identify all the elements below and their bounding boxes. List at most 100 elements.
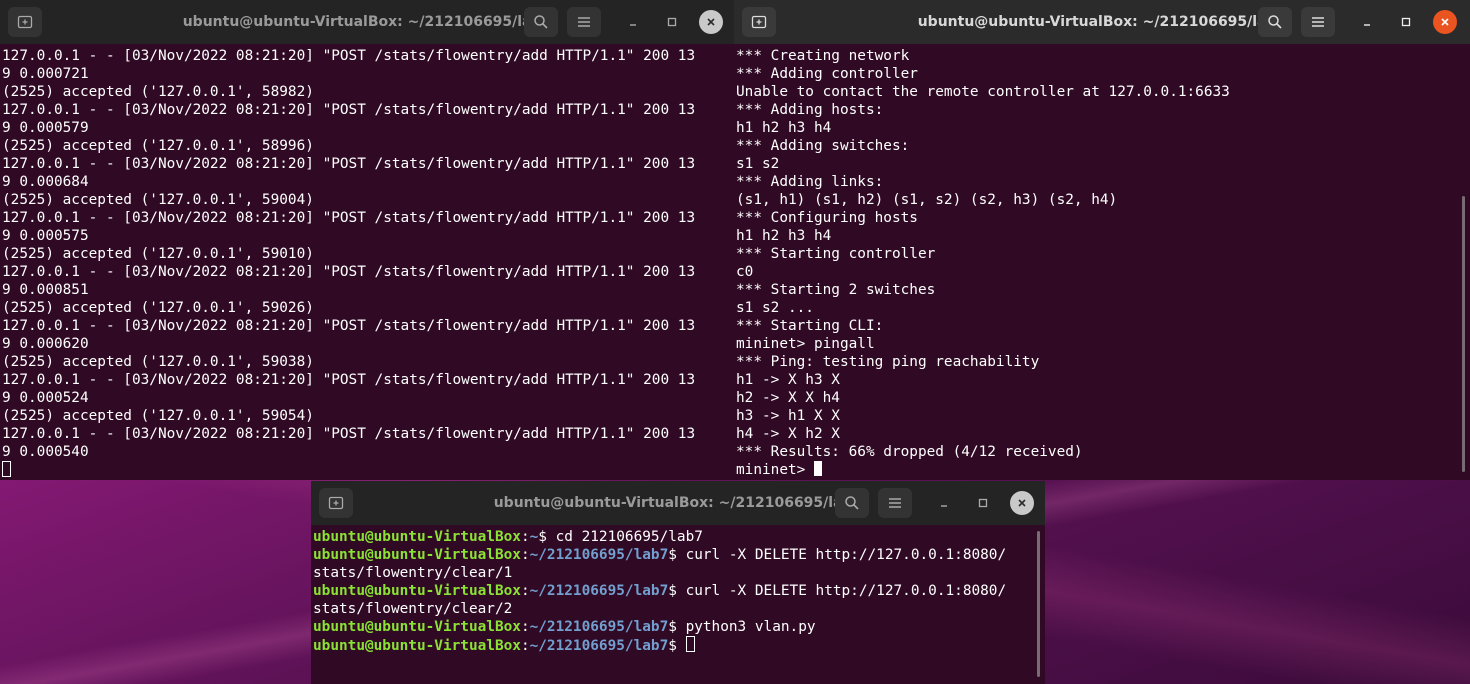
hamburger-menu-icon xyxy=(578,17,590,27)
terminal-line: 127.0.0.1 - - [03/Nov/2022 08:21:20] "PO… xyxy=(2,264,696,280)
terminal-line: (2525) accepted ('127.0.0.1', 58982) xyxy=(2,84,314,100)
wrapped-text: stats/flowentry/clear/2 xyxy=(313,601,513,617)
terminal-line: (s1, h1) (s1, h2) (s1, s2) (s2, h3) (s2,… xyxy=(736,192,1118,208)
search-button[interactable] xyxy=(1258,7,1292,37)
terminal-line: (2525) accepted ('127.0.0.1', 59026) xyxy=(2,300,314,316)
close-button[interactable] xyxy=(1433,10,1457,34)
close-button[interactable] xyxy=(1010,491,1034,515)
terminal-line: h2 -> X X h4 xyxy=(736,390,840,406)
minimize-button[interactable] xyxy=(932,491,956,515)
new-tab-button[interactable] xyxy=(742,7,776,37)
terminal-line: h1 h2 h3 h4 xyxy=(736,228,832,244)
close-icon xyxy=(1018,499,1026,507)
prompt-separator: : xyxy=(520,638,530,654)
terminal-output[interactable]: *** Creating network *** Adding controlle… xyxy=(734,44,1470,480)
search-button[interactable] xyxy=(524,7,558,37)
terminal-line: 127.0.0.1 - - [03/Nov/2022 08:21:20] "PO… xyxy=(2,372,696,388)
terminal-line: h1 h2 h3 h4 xyxy=(736,120,832,136)
terminal-line: 9 0.000540 xyxy=(2,444,89,460)
terminal-window-right[interactable]: ubuntu@ubuntu-VirtualBox: ~/212106695/la… xyxy=(734,0,1470,480)
titlebar[interactable]: ubuntu@ubuntu-VirtualBox: ~/212106695/la… xyxy=(311,481,1045,525)
search-button[interactable] xyxy=(835,488,869,518)
prompt-line[interactable]: ubuntu@ubuntu-VirtualBox:~/212106695/lab… xyxy=(313,636,1045,654)
minimize-button[interactable] xyxy=(621,10,645,34)
terminal-line: *** Starting controller xyxy=(736,246,936,262)
close-button[interactable] xyxy=(699,10,723,34)
maximize-icon xyxy=(667,17,677,27)
terminal-line: (2525) accepted ('127.0.0.1', 58996) xyxy=(2,138,314,154)
terminal-line: 9 0.000851 xyxy=(2,282,89,298)
terminal-line: stats/flowentry/clear/1 xyxy=(313,564,1045,582)
prompt-separator: : xyxy=(520,529,530,545)
maximize-button[interactable] xyxy=(660,10,684,34)
close-icon xyxy=(1441,18,1449,26)
text-cursor xyxy=(2,461,11,477)
menu-button[interactable] xyxy=(567,7,601,37)
prompt-symbol: $ xyxy=(668,583,677,599)
command-text: curl -X DELETE http://127.0.0.1:8080/ xyxy=(676,547,1007,563)
prompt-user-host: ubuntu@ubuntu-VirtualBox xyxy=(313,547,521,563)
terminal-line: *** Adding switches: xyxy=(736,138,910,154)
menu-button[interactable] xyxy=(878,488,912,518)
maximize-icon xyxy=(978,498,988,508)
command-text: cd 212106695/lab7 xyxy=(546,529,703,545)
terminal-window-left[interactable]: ubuntu@ubuntu-VirtualBox: ~/212106695/la… xyxy=(0,0,734,480)
minimize-icon xyxy=(1364,24,1370,26)
terminal-line: (2525) accepted ('127.0.0.1', 59004) xyxy=(2,192,314,208)
terminal-line: ubuntu@ubuntu-VirtualBox:~/212106695/lab… xyxy=(313,618,1045,636)
maximize-button[interactable] xyxy=(1394,10,1418,34)
hamburger-menu-icon xyxy=(1312,17,1324,27)
terminal-line: *** Results: 66% dropped (4/12 received) xyxy=(736,444,1083,460)
minimize-icon xyxy=(941,505,947,507)
terminal-line: stats/flowentry/clear/2 xyxy=(313,600,1045,618)
scrollbar[interactable] xyxy=(1037,531,1040,677)
terminal-output[interactable]: ubuntu@ubuntu-VirtualBox:~$ cd 212106695… xyxy=(311,525,1045,684)
terminal-line: 127.0.0.1 - - [03/Nov/2022 08:21:20] "PO… xyxy=(2,318,696,334)
terminal-line: 9 0.000620 xyxy=(2,336,89,352)
titlebar[interactable]: ubuntu@ubuntu-VirtualBox: ~/212106695/la… xyxy=(734,0,1470,44)
prompt-symbol: $ xyxy=(538,529,547,545)
terminal-line: mininet> pingall xyxy=(736,336,875,352)
prompt-separator: : xyxy=(520,547,530,563)
terminal-line: (2525) accepted ('127.0.0.1', 59010) xyxy=(2,246,314,262)
terminal-line: s1 s2 xyxy=(736,156,780,172)
new-tab-button[interactable] xyxy=(319,488,353,518)
terminal-window-bottom[interactable]: ubuntu@ubuntu-VirtualBox: ~/212106695/la… xyxy=(311,481,1045,684)
maximize-button[interactable] xyxy=(971,491,995,515)
prompt-line[interactable]: mininet> xyxy=(736,461,1470,479)
terminal-line: 9 0.000684 xyxy=(2,174,89,190)
terminal-line: 9 0.000575 xyxy=(2,228,89,244)
prompt-path: ~ xyxy=(529,529,539,545)
maximize-icon xyxy=(1401,17,1411,27)
terminal-line: (2525) accepted ('127.0.0.1', 59054) xyxy=(2,408,314,424)
new-tab-button[interactable] xyxy=(8,7,42,37)
minimize-button[interactable] xyxy=(1355,10,1379,34)
prompt-path: ~/212106695/lab7 xyxy=(529,638,669,654)
terminal-line: *** Adding links: xyxy=(736,174,884,190)
prompt-separator: : xyxy=(520,619,530,635)
hamburger-menu-icon xyxy=(889,498,901,508)
terminal-line: h1 -> X h3 X xyxy=(736,372,840,388)
close-icon xyxy=(707,18,715,26)
terminal-output[interactable]: 127.0.0.1 - - [03/Nov/2022 08:21:20] "PO… xyxy=(0,44,734,480)
terminal-line: *** Creating network xyxy=(736,48,910,64)
terminal-line: ubuntu@ubuntu-VirtualBox:~/212106695/lab… xyxy=(313,546,1045,564)
terminal-line: *** Ping: testing ping reachability xyxy=(736,354,1040,370)
terminal-line: *** Adding hosts: xyxy=(736,102,884,118)
prompt-path: ~/212106695/lab7 xyxy=(529,547,669,563)
text-cursor xyxy=(685,636,695,652)
titlebar[interactable]: ubuntu@ubuntu-VirtualBox: ~/212106695/la… xyxy=(0,0,734,44)
terminal-line: 9 0.000721 xyxy=(2,66,89,82)
terminal-line: c0 xyxy=(736,264,754,280)
search-icon xyxy=(845,496,859,510)
mininet-prompt: mininet> xyxy=(736,462,814,478)
command-text: python3 vlan.py xyxy=(676,619,816,635)
text-cursor xyxy=(813,461,822,476)
terminal-line: *** Configuring hosts xyxy=(736,210,918,226)
terminal-line: 127.0.0.1 - - [03/Nov/2022 08:21:20] "PO… xyxy=(2,102,696,118)
menu-button[interactable] xyxy=(1301,7,1335,37)
prompt-symbol: $ xyxy=(668,619,677,635)
new-tab-icon xyxy=(328,496,344,510)
scrollbar[interactable] xyxy=(1462,196,1465,472)
terminal-line: Unable to contact the remote controller … xyxy=(736,84,1230,100)
